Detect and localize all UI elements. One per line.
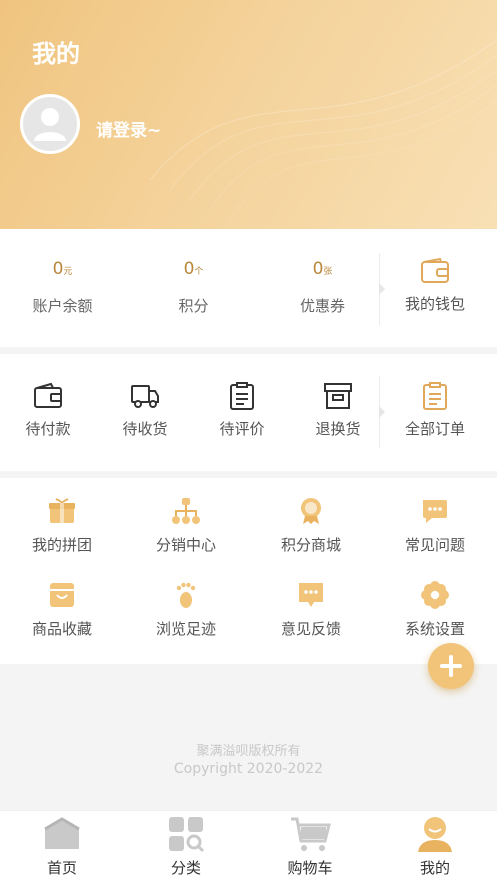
tab-category-label: 分类 <box>170 859 201 877</box>
coupons-label: 优惠券 <box>299 297 345 315</box>
tab-cart[interactable]: 购物车 <box>248 811 372 883</box>
service-label: 浏览足迹 <box>155 620 216 638</box>
gift-icon <box>49 498 75 523</box>
cart-icon <box>291 817 331 851</box>
service-browsing-history[interactable]: 浏览足迹 <box>145 580 227 639</box>
tab-cart-label: 购物车 <box>287 859 333 877</box>
chat-icon <box>423 500 447 523</box>
home-icon <box>44 817 80 849</box>
box-icon <box>324 383 352 409</box>
points-label: 积分 <box>178 297 209 315</box>
flower-settings-icon <box>421 581 449 609</box>
tab-home[interactable]: 首页 <box>0 811 124 883</box>
service-my-group-buy[interactable]: 我的拼团 <box>21 496 103 555</box>
coupons-unit: 张 <box>323 267 333 277</box>
tab-category[interactable]: 分类 <box>124 811 248 883</box>
order-pending-payment-label: 待付款 <box>25 420 71 438</box>
points-value: 0 <box>183 259 195 279</box>
coupons-value: 0 <box>312 259 324 279</box>
asset-points[interactable]: 0个 积分 <box>145 229 242 347</box>
order-pending-payment[interactable]: 待付款 <box>8 382 88 439</box>
copyright-owner: 聚满溢呗版权所有 <box>196 744 301 759</box>
service-favorites[interactable]: 商品收藏 <box>21 580 103 639</box>
tab-home-label: 首页 <box>46 859 77 877</box>
profile-header: 我的 请登录~ <box>0 0 497 229</box>
feedback-icon <box>299 583 323 607</box>
default-avatar-icon <box>34 108 66 141</box>
all-orders-label: 全部订单 <box>404 420 465 438</box>
service-settings[interactable]: 系统设置 <box>394 580 476 639</box>
points-unit: 个 <box>194 267 204 277</box>
category-icon <box>169 817 205 853</box>
balance-unit: 元 <box>63 267 73 277</box>
service-label: 系统设置 <box>404 620 465 638</box>
truck-icon <box>131 385 159 408</box>
order-list-icon <box>423 382 447 410</box>
copyright-text: Copyright 2020-2022 <box>173 761 324 777</box>
balance-value: 0 <box>52 259 64 279</box>
service-label: 分销中心 <box>155 536 216 554</box>
my-wallet-label: 我的钱包 <box>404 295 465 313</box>
all-orders-button[interactable]: 全部订单 <box>395 382 475 439</box>
user-icon <box>418 817 452 852</box>
tab-me[interactable]: 我的 <box>373 811 497 883</box>
order-pending-review-label: 待评价 <box>219 420 265 438</box>
order-pending-receipt-label: 待收货 <box>122 420 168 438</box>
order-returns-label: 退换货 <box>315 420 361 438</box>
order-pending-receipt[interactable]: 待收货 <box>105 382 185 439</box>
footprint-icon <box>176 582 196 608</box>
services-card: 我的拼团 分销中心 积分商城 常见问题 商品收藏 浏览足迹 意见反馈 系统设置 <box>0 478 497 664</box>
order-pending-review[interactable]: 待评价 <box>202 382 282 439</box>
balance-label: 账户余额 <box>32 297 93 315</box>
org-chart-icon <box>172 498 200 524</box>
wallet-icon <box>34 382 62 408</box>
service-label: 我的拼团 <box>31 536 92 554</box>
service-label: 意见反馈 <box>280 620 341 638</box>
avatar[interactable] <box>20 94 80 154</box>
order-returns[interactable]: 退换货 <box>298 382 378 439</box>
clipboard-icon <box>230 382 254 410</box>
service-distribution-center[interactable]: 分销中心 <box>145 496 227 555</box>
arrow-icon <box>379 406 385 418</box>
page-title: 我的 <box>32 40 80 68</box>
service-label: 常见问题 <box>404 536 465 554</box>
floating-add-button[interactable] <box>428 643 474 689</box>
service-faq[interactable]: 常见问题 <box>394 496 476 555</box>
service-label: 积分商城 <box>280 536 341 554</box>
service-points-mall[interactable]: 积分商城 <box>270 496 352 555</box>
tab-me-label: 我的 <box>419 859 450 877</box>
orders-card: 待付款 待收货 待评价 退换货 全部订单 <box>0 354 497 471</box>
arrow-icon <box>379 283 385 295</box>
service-label: 商品收藏 <box>31 620 92 638</box>
medal-icon <box>301 498 321 524</box>
my-wallet-button[interactable]: 我的钱包 <box>395 257 475 314</box>
bottom-tab-bar: 首页 分类 购物车 我的 <box>0 810 497 883</box>
asset-balance[interactable]: 0元 账户余额 <box>14 229 111 347</box>
login-link[interactable]: 请登录~ <box>96 116 161 141</box>
asset-coupons[interactable]: 0张 优惠券 <box>274 229 371 347</box>
assets-card: 0元 账户余额 0个 积分 0张 优惠券 我的钱包 <box>0 229 497 347</box>
favorites-box-icon <box>50 583 74 607</box>
wallet-icon <box>421 257 449 283</box>
service-feedback[interactable]: 意见反馈 <box>270 580 352 639</box>
